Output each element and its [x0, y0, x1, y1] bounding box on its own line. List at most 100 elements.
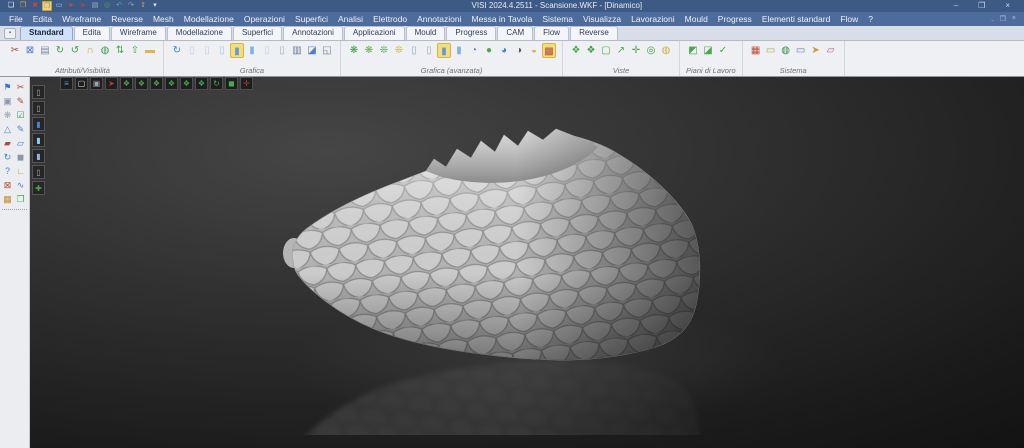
zebra-analysis-icon[interactable]: ◑	[512, 43, 526, 58]
reset-workplane-icon[interactable]: ✓	[716, 43, 730, 58]
export-page-icon[interactable]: ❐	[14, 192, 27, 206]
child-restore-button[interactable]: ❐	[1000, 15, 1006, 23]
regen-icon[interactable]: ↻	[1, 150, 14, 164]
view-top-icon[interactable]: ❖	[180, 77, 193, 90]
validate-icon[interactable]: ☑	[14, 108, 27, 122]
mesh-tools-icon[interactable]: ❋	[1, 108, 14, 122]
upload-icon[interactable]: ⇧	[138, 1, 148, 11]
menu-item[interactable]: Elettrodo	[368, 12, 412, 26]
help-icon[interactable]: ?	[1, 164, 14, 178]
pointer-icon[interactable]: ➤	[105, 77, 118, 90]
open-file-icon[interactable]: ❒	[18, 1, 28, 11]
pan-view-icon[interactable]: ✛	[629, 43, 643, 58]
view-left-icon[interactable]: ❖	[150, 77, 163, 90]
reference-layer-icon[interactable]: ▯	[32, 101, 45, 115]
export-icon[interactable]: ➤	[78, 1, 88, 11]
sketch-icon[interactable]: ✎	[14, 94, 27, 108]
pen-icon[interactable]: ✎	[14, 122, 27, 136]
hide-rest-icon[interactable]: ▬	[143, 43, 157, 58]
import-icon[interactable]: ➤	[66, 1, 76, 11]
shaded-edges-icon[interactable]: ▮	[245, 43, 259, 58]
render-settings-icon[interactable]: ❋	[347, 43, 361, 58]
environment-cube-icon[interactable]: ▩	[542, 43, 556, 58]
invert-visibility-icon[interactable]: ⇅	[113, 43, 127, 58]
delete-icon[interactable]: ⊠	[1, 178, 14, 192]
view-right-icon[interactable]: ❖	[165, 77, 178, 90]
menu-item[interactable]: Annotazioni	[412, 12, 466, 26]
print-icon[interactable]: ▤	[90, 1, 100, 11]
align-workplane-icon[interactable]: ◪	[701, 43, 715, 58]
display-settings-icon[interactable]: ▭	[794, 43, 808, 58]
layer-manager-icon[interactable]: ▤	[38, 43, 52, 58]
mesh-filter-icon[interactable]: ▮	[32, 149, 45, 163]
menu-item[interactable]: ?	[863, 12, 878, 26]
axis-triad-icon[interactable]: ✛	[240, 77, 253, 90]
surfaces-filter-icon[interactable]: ▮	[32, 133, 45, 147]
show-all-icon[interactable]: ◍	[98, 43, 112, 58]
zoom-extents-icon[interactable]: ↗	[614, 43, 628, 58]
menu-item[interactable]: Operazioni	[239, 12, 290, 26]
view-front-icon[interactable]: ❖	[120, 77, 133, 90]
close-file-icon[interactable]: ✖	[30, 1, 40, 11]
ribbon-tab[interactable]: Wireframe	[111, 26, 166, 40]
lighting-icon[interactable]: ❊	[392, 43, 406, 58]
ribbon-tab[interactable]: Mould	[406, 26, 446, 40]
menu-item[interactable]: Superfici	[290, 12, 333, 26]
ribbon-overflow-button[interactable]: ▪	[4, 28, 16, 39]
curvature-analysis-icon[interactable]: ◒	[527, 43, 541, 58]
ribbon-tab[interactable]: Modellazione	[167, 26, 232, 40]
menu-item[interactable]: Edita	[28, 12, 57, 26]
menu-item[interactable]: Modellazione	[179, 12, 239, 26]
rotate-view-icon[interactable]: ❖	[584, 43, 598, 58]
hide-selection-icon[interactable]: ↺	[68, 43, 82, 58]
sheet-icon[interactable]: ▱	[14, 136, 27, 150]
wireframe-filter-icon[interactable]: ▯	[32, 165, 45, 179]
shaded-sphere-icon[interactable]: ◔	[467, 43, 481, 58]
selection-box-icon[interactable]: ▣	[1, 94, 14, 108]
flat-shading-icon[interactable]: ▯	[215, 43, 229, 58]
isolate-selection-icon[interactable]: ⇧	[128, 43, 142, 58]
view-iso-icon[interactable]: ❖	[195, 77, 208, 90]
child-close-button[interactable]: ×	[1012, 15, 1016, 23]
drafting-plane-icon[interactable]: ▱	[824, 43, 838, 58]
solids-filter-icon[interactable]: ▮	[32, 117, 45, 131]
hidden-line-mode-icon[interactable]: ▯	[200, 43, 214, 58]
undo-icon[interactable]: ↶	[114, 1, 124, 11]
menu-item[interactable]: Sistema	[537, 12, 578, 26]
textures-icon[interactable]: ❊	[377, 43, 391, 58]
dynamic-view-icon[interactable]: ❖	[569, 43, 583, 58]
viewport-3d[interactable]: ≡▢▣➤❖❖❖❖❖❖↻◼✛ ▯▯▮▮▮▯✚	[30, 77, 1024, 448]
delete-attributes-icon[interactable]: ⊠	[23, 43, 37, 58]
recent-files-icon[interactable]: ❒	[42, 1, 52, 11]
ribbon-tab[interactable]: Edita	[74, 26, 110, 40]
render-view-icon[interactable]: ◍	[659, 43, 673, 58]
solid-box-icon[interactable]: ◼	[14, 150, 27, 164]
view-back-icon[interactable]: ❖	[135, 77, 148, 90]
menu-item[interactable]: Reverse	[106, 12, 148, 26]
shaded-mode-icon[interactable]: ▮	[230, 43, 244, 58]
redo-icon[interactable]: ↷	[126, 1, 136, 11]
edit-attributes-icon[interactable]: ✂	[8, 43, 22, 58]
copy-view-icon[interactable]: ▥	[290, 43, 304, 58]
wireframe-mode-icon[interactable]: ▯	[185, 43, 199, 58]
ribbon-tab[interactable]: Annotazioni	[283, 26, 343, 40]
previous-view-icon[interactable]: ◎	[644, 43, 658, 58]
scanned-shoe-mesh[interactable]	[280, 125, 720, 435]
ribbon-tab[interactable]: CAM	[497, 26, 533, 40]
search-icon[interactable]: ◎	[102, 1, 112, 11]
measure-icon[interactable]: ∟	[14, 164, 27, 178]
world-settings-icon[interactable]: ◍	[779, 43, 793, 58]
filter-elements-icon[interactable]: ∩	[83, 43, 97, 58]
color-table-icon[interactable]: ▦	[749, 43, 763, 58]
add-layer-icon[interactable]: ✚	[32, 181, 45, 195]
menu-item[interactable]: Elementi standard	[757, 12, 836, 26]
new-document-icon[interactable]: ❏	[6, 1, 16, 11]
menu-item[interactable]: File	[4, 12, 28, 26]
data-exchange-icon[interactable]: ➤	[809, 43, 823, 58]
viewport-layout-icon[interactable]: ▢	[75, 77, 88, 90]
close-button[interactable]: ×	[1005, 0, 1010, 12]
menu-item[interactable]: Mould	[680, 12, 713, 26]
menu-item[interactable]: Lavorazioni	[626, 12, 679, 26]
materials-icon[interactable]: ❋	[362, 43, 376, 58]
menu-item[interactable]: Wireframe	[57, 12, 106, 26]
